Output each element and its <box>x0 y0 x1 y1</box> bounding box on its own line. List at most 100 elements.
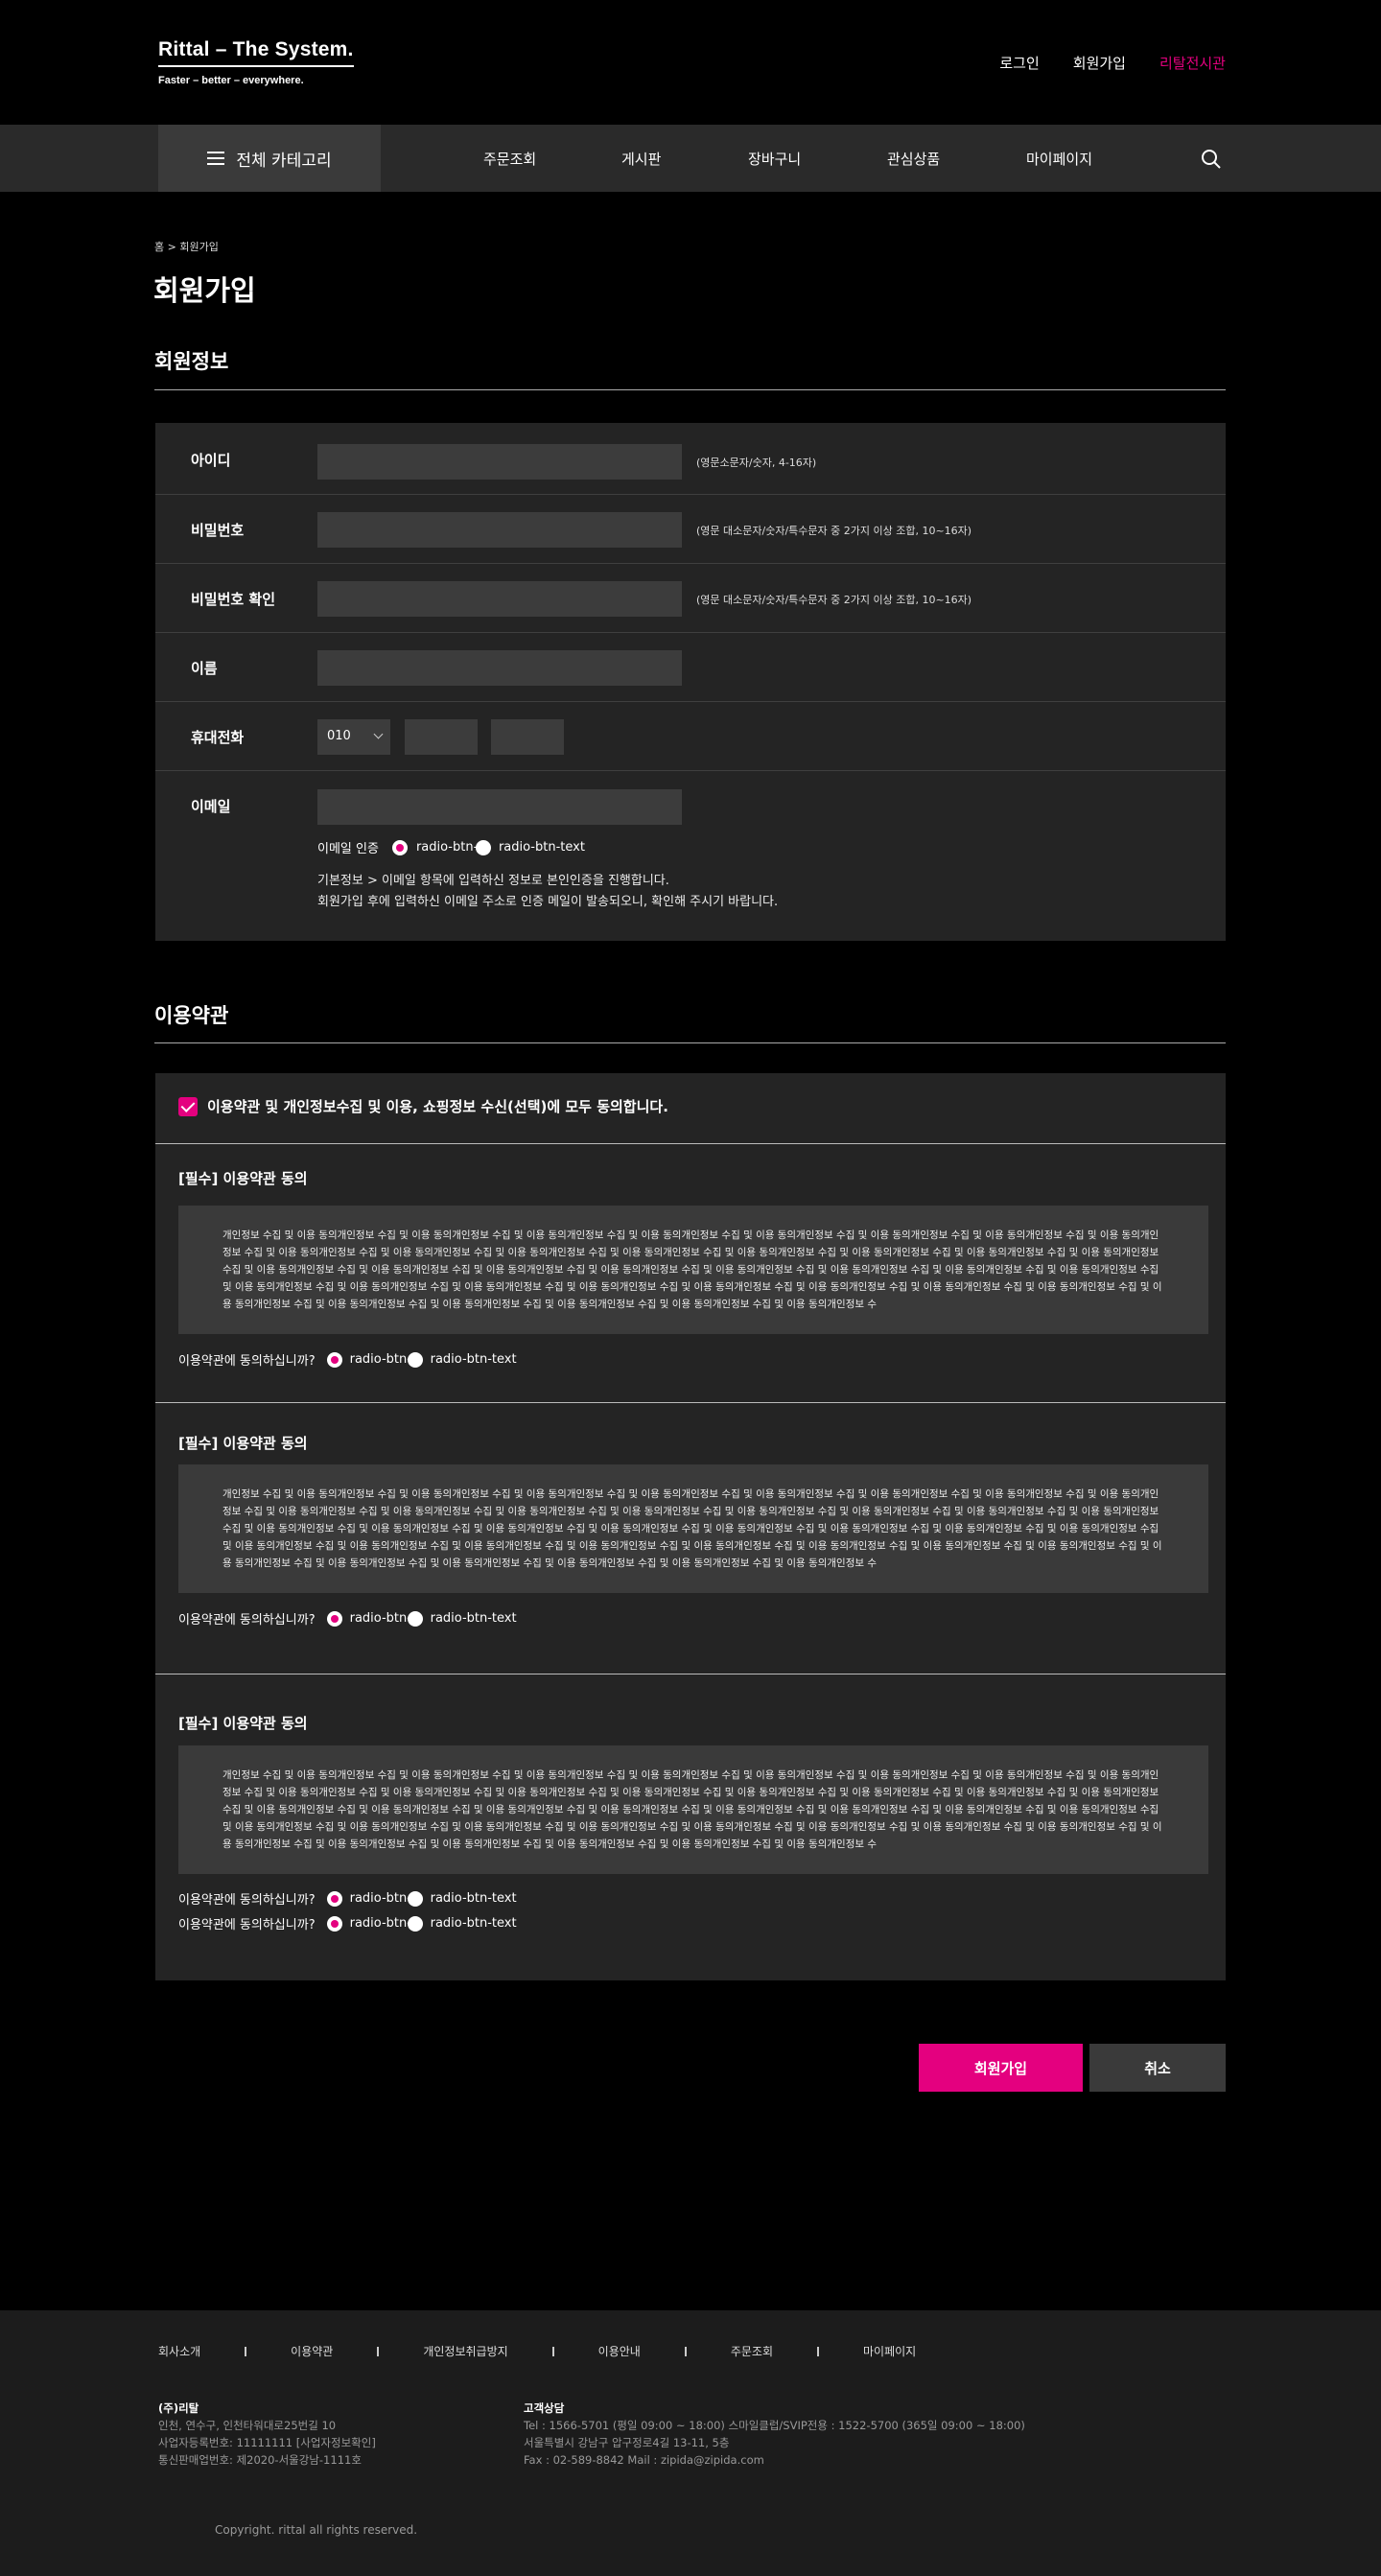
password-label: 비밀번호 <box>191 522 245 539</box>
login-link[interactable]: 로그인 <box>999 53 1039 73</box>
email-verify-radio-2-label: radio-btn-text <box>498 840 585 855</box>
password-input[interactable] <box>317 512 682 548</box>
company-sales-number: 통신판매업번호: 제2020-서울강남-1111호 <box>158 2453 362 2467</box>
email-label: 이메일 <box>191 798 231 815</box>
term-3a-radio-disagree-label: radio-btn-text <box>430 1891 517 1906</box>
term-3a-radio-agree[interactable] <box>326 1890 342 1907</box>
term-question-label: 이용약관에 동의하십니까? <box>178 1918 316 1932</box>
company-reg-number: 사업자등록번호: 11111111 [사업자정보확인] <box>158 2436 376 2449</box>
top-links: 로그인 회원가입 리탈전시관 <box>999 53 1226 73</box>
support-address: 서울특별시 강남구 압구정로4길 13-11, 5층 <box>524 2436 730 2449</box>
password-confirm-input[interactable] <box>317 581 682 617</box>
term-2-radio-agree[interactable] <box>326 1610 342 1627</box>
footer: 회사소개 이용약관 개인정보취급방지 이용안내 주문조회 마이페이지 (주)리탈… <box>0 2310 1381 2576</box>
logo-brand: Rittal – The System. <box>158 38 354 67</box>
term-title-3: [필수] 이용약관 동의 <box>178 1715 308 1732</box>
nav-item-board[interactable]: 게시판 <box>621 149 661 169</box>
page-title: 회원가입 <box>153 274 256 307</box>
name-input[interactable] <box>317 650 682 686</box>
term-question-3a: 이용약관에 동의하십니까? radio-btn-text radio-btn-t… <box>178 1889 517 1908</box>
phone-prefix-value: 010 <box>327 729 351 743</box>
support-title: 고객상담 <box>524 2401 565 2415</box>
top-header: Rittal – The System. Faster – better – e… <box>0 0 1381 125</box>
email-verify-radio-2[interactable] <box>475 839 491 855</box>
all-category-button[interactable]: 전체 카테고리 <box>158 125 381 192</box>
nav-item-cart[interactable]: 장바구니 <box>748 149 801 169</box>
term-3b-radio-disagree-label: radio-btn-text <box>430 1916 517 1931</box>
signup-submit-button[interactable]: 회원가입 <box>919 2044 1083 2092</box>
agree-all-checkbox[interactable]: 이용약관 및 개인정보수집 및 이용, 쇼핑정보 수신(선택)에 모두 동의합니… <box>178 1096 668 1116</box>
email-notes: 기본정보 > 이메일 항목에 입력하신 정보로 본인인증을 진행합니다. 회원가… <box>317 871 778 913</box>
term-3b-radio-agree[interactable] <box>326 1915 342 1932</box>
showroom-link[interactable]: 리탈전시관 <box>1159 53 1226 73</box>
term-title-1: [필수] 이용약관 동의 <box>178 1170 308 1187</box>
form-row-phone: 휴대전화 010 <box>155 702 1226 771</box>
term-text-2[interactable]: 개인정보 수집 및 이용 동의개인정보 수집 및 이용 동의개인정보 수집 및 … <box>178 1464 1208 1593</box>
footer-links: 회사소개 이용약관 개인정보취급방지 이용안내 주문조회 마이페이지 <box>158 2343 916 2359</box>
footer-link-about[interactable]: 회사소개 <box>158 2343 200 2359</box>
footer-link-mypage[interactable]: 마이페이지 <box>863 2343 916 2359</box>
phone-middle-input[interactable] <box>405 719 478 755</box>
term-1-radio-disagree-label: radio-btn-text <box>430 1352 517 1367</box>
divider <box>551 2346 554 2356</box>
copyright: Copyright. rittal all rights reserved. <box>215 2523 418 2537</box>
company-address: 인천, 연수구, 인천타워대로25번길 10 <box>158 2419 337 2432</box>
terms-divider <box>155 1402 1226 1403</box>
nav-item-mypage[interactable]: 마이페이지 <box>1026 149 1092 169</box>
signup-link[interactable]: 회원가입 <box>1073 53 1126 73</box>
logo[interactable]: Rittal – The System. Faster – better – e… <box>158 38 354 86</box>
company-name: (주)리탈 <box>158 2401 199 2415</box>
term-question-3b: 이용약관에 동의하십니까? radio-btn-text radio-btn-t… <box>178 1914 517 1932</box>
id-input[interactable] <box>317 444 682 480</box>
search-icon[interactable] <box>1201 149 1222 170</box>
main-nav: 전체 카테고리 주문조회 게시판 장바구니 관심상품 마이페이지 <box>0 125 1381 192</box>
id-hint: (영문소문자/숫자, 4-16자) <box>696 457 817 469</box>
term-title-2: [필수] 이용약관 동의 <box>178 1435 308 1452</box>
support-info: 고객상담 Tel : 1566-5701 (평일 09:00 ~ 18:00) … <box>524 2400 1025 2469</box>
checkbox-checked-icon <box>178 1096 198 1116</box>
footer-link-privacy[interactable]: 개인정보취급방지 <box>423 2343 507 2359</box>
terms-divider <box>155 1143 1226 1144</box>
footer-link-guide[interactable]: 이용안내 <box>598 2343 641 2359</box>
section-divider <box>154 389 1226 390</box>
form-row-email: 이메일 이메일 인증 radio-btn-text radio-btn-text… <box>155 771 1226 941</box>
all-category-label: 전체 카테고리 <box>236 151 332 171</box>
password-hint: (영문 대소문자/숫자/특수문자 중 2가지 이상 조합, 10~16자) <box>696 525 972 537</box>
nav-item-orders[interactable]: 주문조회 <box>483 149 536 169</box>
phone-label: 휴대전화 <box>191 729 245 746</box>
email-verify-group: 이메일 인증 radio-btn-text radio-btn-text <box>317 838 585 856</box>
form-row-id: 아이디 (영문소문자/숫자, 4-16자) <box>155 423 1226 495</box>
support-tel: Tel : 1566-5701 (평일 09:00 ~ 18:00) 스마일클럽… <box>524 2419 1025 2432</box>
password-confirm-hint: (영문 대소문자/숫자/특수문자 중 2가지 이상 조합, 10~16자) <box>696 594 972 606</box>
term-question-2: 이용약관에 동의하십니까? radio-btn-text radio-btn-t… <box>178 1609 517 1628</box>
phone-last-input[interactable] <box>491 719 564 755</box>
cancel-button[interactable]: 취소 <box>1089 2044 1226 2092</box>
breadcrumb: 홈 > 회원가입 <box>154 241 219 253</box>
menu-icon <box>207 152 225 165</box>
footer-link-orders[interactable]: 주문조회 <box>731 2343 773 2359</box>
term-3b-radio-disagree[interactable] <box>407 1915 423 1932</box>
term-1-radio-disagree[interactable] <box>407 1351 423 1368</box>
form-row-name: 이름 <box>155 633 1226 702</box>
agree-all-label: 이용약관 및 개인정보수집 및 이용, 쇼핑정보 수신(선택)에 모두 동의합니… <box>207 1098 668 1115</box>
divider <box>245 2346 247 2356</box>
nav-item-wishlist[interactable]: 관심상품 <box>887 149 940 169</box>
term-text-3[interactable]: 개인정보 수집 및 이용 동의개인정보 수집 및 이용 동의개인정보 수집 및 … <box>178 1745 1208 1874</box>
term-text-1[interactable]: 개인정보 수집 및 이용 동의개인정보 수집 및 이용 동의개인정보 수집 및 … <box>178 1206 1208 1334</box>
email-note-2: 회원가입 후에 입력하신 이메일 주소로 인증 메일이 발송되오니, 확인해 주… <box>317 895 779 909</box>
logo-tagline: Faster – better – everywhere. <box>158 75 304 86</box>
email-input[interactable] <box>317 789 682 825</box>
name-label: 이름 <box>191 660 218 677</box>
phone-prefix-select[interactable]: 010 <box>317 719 390 755</box>
term-3a-radio-disagree[interactable] <box>407 1890 423 1907</box>
divider <box>817 2346 820 2356</box>
footer-link-terms[interactable]: 이용약관 <box>291 2343 333 2359</box>
email-verify-radio-1[interactable] <box>391 839 408 855</box>
term-question-label: 이용약관에 동의하십니까? <box>178 1893 316 1908</box>
term-1-radio-agree[interactable] <box>326 1351 342 1368</box>
email-verify-label: 이메일 인증 <box>317 842 379 856</box>
terms-panel: 이용약관 및 개인정보수집 및 이용, 쇼핑정보 수신(선택)에 모두 동의합니… <box>155 1073 1226 1980</box>
form-row-password-confirm: 비밀번호 확인 (영문 대소문자/숫자/특수문자 중 2가지 이상 조합, 10… <box>155 564 1226 633</box>
term-2-radio-disagree[interactable] <box>407 1610 423 1627</box>
company-info: (주)리탈 인천, 연수구, 인천타워대로25번길 10 사업자등록번호: 11… <box>158 2400 376 2469</box>
